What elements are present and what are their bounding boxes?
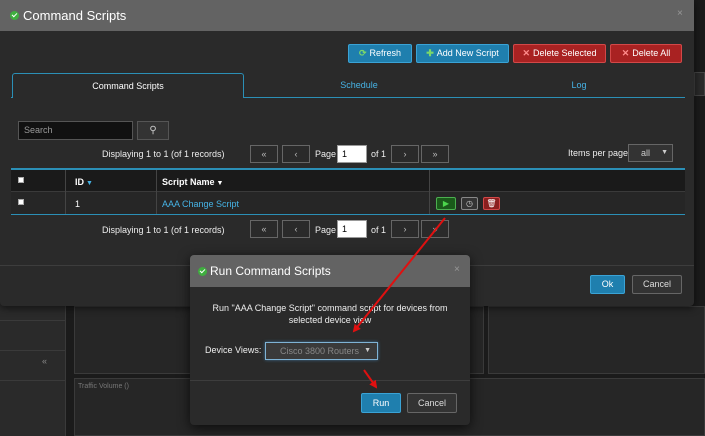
first-page-button[interactable]: « <box>250 145 278 163</box>
tab-schedule[interactable]: Schedule <box>245 73 473 98</box>
chevron-down-icon: ▼ <box>661 149 668 156</box>
dialog-titlebar: Command Scripts × <box>0 0 694 31</box>
play-icon: ▶ <box>442 199 450 208</box>
cancel-button[interactable]: Cancel <box>407 393 457 413</box>
column-header-id[interactable]: ID ▼ <box>75 177 93 187</box>
first-page-button[interactable]: « <box>250 220 278 238</box>
status-ok-icon <box>198 267 207 276</box>
scripts-table: ID ▼ Script Name ▼ 1 AAA Change Script ▶ ◷… <box>11 168 685 215</box>
row-checkbox[interactable] <box>18 199 24 205</box>
last-page-button[interactable]: » <box>421 220 449 238</box>
select-all-checkbox[interactable] <box>18 177 24 183</box>
close-icon[interactable]: × <box>677 8 683 19</box>
delete-all-button[interactable]: ✕ Delete All <box>610 44 682 63</box>
next-page-button[interactable]: › <box>391 220 419 238</box>
delete-x-icon: ✕ <box>522 48 530 58</box>
table-row: 1 AAA Change Script ▶ ◷ 🗑 <box>11 192 685 214</box>
prev-page-button[interactable]: ‹ <box>282 220 310 238</box>
next-page-button[interactable]: › <box>391 145 419 163</box>
clock-icon: ◷ <box>466 199 473 208</box>
dialog-title: Command Scripts <box>23 8 127 23</box>
refresh-button[interactable]: ⟳ Refresh <box>348 44 412 63</box>
device-views-select[interactable]: Cisco 3800 Routers ▼ <box>265 342 378 360</box>
page-label: Page <box>315 149 337 159</box>
page-of-label: of 1 <box>371 149 387 159</box>
tab-log[interactable]: Log <box>474 73 684 98</box>
page-of-label: of 1 <box>371 225 387 235</box>
modal-titlebar: Run Command Scripts × <box>190 255 470 287</box>
status-ok-icon <box>10 11 19 20</box>
script-name-link[interactable]: AAA Change Script <box>162 199 239 209</box>
search-button[interactable]: ⚲ <box>137 121 169 140</box>
prev-page-button[interactable]: ‹ <box>282 145 310 163</box>
sort-icon: ▼ <box>216 180 224 187</box>
background-left-column <box>0 300 66 436</box>
collapse-chevron-icon[interactable]: « <box>42 356 47 366</box>
run-script-button[interactable]: ▶ <box>436 197 456 210</box>
schedule-script-button[interactable]: ◷ <box>461 197 478 210</box>
table-header: ID ▼ Script Name ▼ <box>11 170 685 192</box>
search-input[interactable]: Search <box>18 121 133 140</box>
last-page-button[interactable]: » <box>421 145 449 163</box>
run-button[interactable]: Run <box>361 393 401 413</box>
ok-button[interactable]: Ok <box>590 275 625 294</box>
delete-x-icon: ✕ <box>621 48 630 58</box>
items-per-page-select[interactable]: all ▼ <box>628 144 673 162</box>
page-number-input[interactable]: 1 <box>337 220 367 238</box>
chevron-down-icon: ▼ <box>364 347 371 354</box>
run-message: Run "AAA Change Script" command script f… <box>212 303 448 325</box>
records-count-top: Displaying 1 to 1 (of 1 records) <box>102 149 225 159</box>
search-icon: ⚲ <box>149 125 157 136</box>
add-new-script-button[interactable]: ✚ Add New Script <box>416 44 509 63</box>
delete-selected-button[interactable]: ✕ Delete Selected <box>513 44 606 63</box>
sort-icon: ▼ <box>86 180 93 187</box>
page-number-input[interactable]: 1 <box>337 145 367 163</box>
cancel-button[interactable]: Cancel <box>632 275 682 294</box>
row-id: 1 <box>75 199 81 209</box>
background-tab <box>694 72 705 96</box>
plus-icon: ✚ <box>426 48 434 58</box>
refresh-icon: ⟳ <box>358 48 367 58</box>
traffic-volume-label: Traffic Volume () <box>78 383 129 390</box>
modal-footer-divider <box>190 380 470 381</box>
column-header-script-name[interactable]: Script Name ▼ <box>162 177 223 187</box>
page-label: Page <box>315 225 337 235</box>
modal-title: Run Command Scripts <box>210 264 331 278</box>
trash-icon: 🗑 <box>486 199 497 208</box>
background-panel-2 <box>488 306 705 374</box>
items-per-page-label: Items per page <box>568 148 629 158</box>
tab-command-scripts[interactable]: Command Scripts <box>12 73 244 98</box>
device-views-label: Device Views: <box>205 345 262 355</box>
delete-script-button[interactable]: 🗑 <box>483 197 500 210</box>
run-command-scripts-dialog: Run Command Scripts × Run "AAA Change Sc… <box>190 255 470 425</box>
close-icon[interactable]: × <box>454 264 460 275</box>
records-count-bottom: Displaying 1 to 1 (of 1 records) <box>102 225 225 235</box>
